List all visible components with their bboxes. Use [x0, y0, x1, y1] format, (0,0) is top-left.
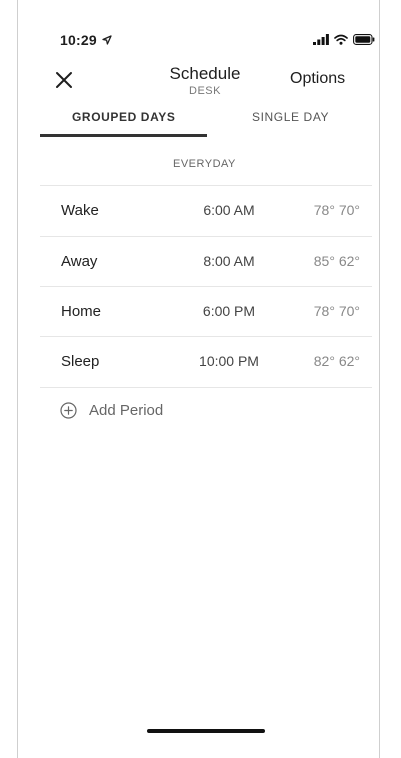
close-button[interactable] [54, 70, 74, 90]
add-period-label: Add Period [89, 402, 164, 419]
period-row-wake[interactable]: Wake 6:00 AM 78° 70° [40, 186, 372, 236]
add-circle-icon [60, 402, 77, 419]
location-arrow-icon [102, 35, 112, 45]
period-time: 6:00 AM [203, 202, 255, 218]
period-time: 8:00 AM [203, 253, 255, 269]
options-button[interactable]: Options [290, 70, 345, 88]
period-temperatures: 82° 62° [313, 353, 360, 369]
period-time: 6:00 PM [202, 303, 256, 319]
status-icons [313, 32, 375, 46]
period-row-away[interactable]: Away 8:00 AM 85° 62° [40, 237, 372, 287]
period-time: 10:00 PM [199, 353, 259, 369]
divider [40, 387, 372, 388]
period-name: Home [61, 303, 102, 320]
period-row-sleep[interactable]: Sleep 10:00 PM 82° 62° [40, 337, 372, 387]
tab-grouped-days[interactable]: GROUPED DAYS [72, 110, 175, 124]
period-name: Wake [61, 202, 99, 219]
active-tab-indicator [40, 134, 207, 137]
section-label-everyday: EVERYDAY [173, 158, 236, 170]
home-indicator[interactable] [147, 729, 265, 733]
period-row-home[interactable]: Home 6:00 PM 78° 70° [40, 287, 372, 337]
page-title: Schedule [169, 64, 241, 83]
cellular-signal-icon [313, 33, 329, 45]
status-time-text: 10:29 [60, 32, 97, 48]
period-name: Sleep [61, 353, 100, 370]
close-icon [56, 72, 72, 88]
wifi-icon [334, 34, 348, 45]
period-temperatures: 85° 62° [313, 253, 360, 269]
battery-icon [353, 33, 375, 45]
page-subtitle: DESK [189, 85, 221, 97]
tab-single-day[interactable]: SINGLE DAY [252, 110, 329, 124]
period-temperatures: 78° 70° [313, 202, 360, 218]
status-bar-time: 10:29 [60, 32, 112, 48]
period-name: Away [61, 253, 98, 270]
add-period-button[interactable]: Add Period [60, 402, 163, 419]
period-temperatures: 78° 70° [313, 303, 360, 319]
